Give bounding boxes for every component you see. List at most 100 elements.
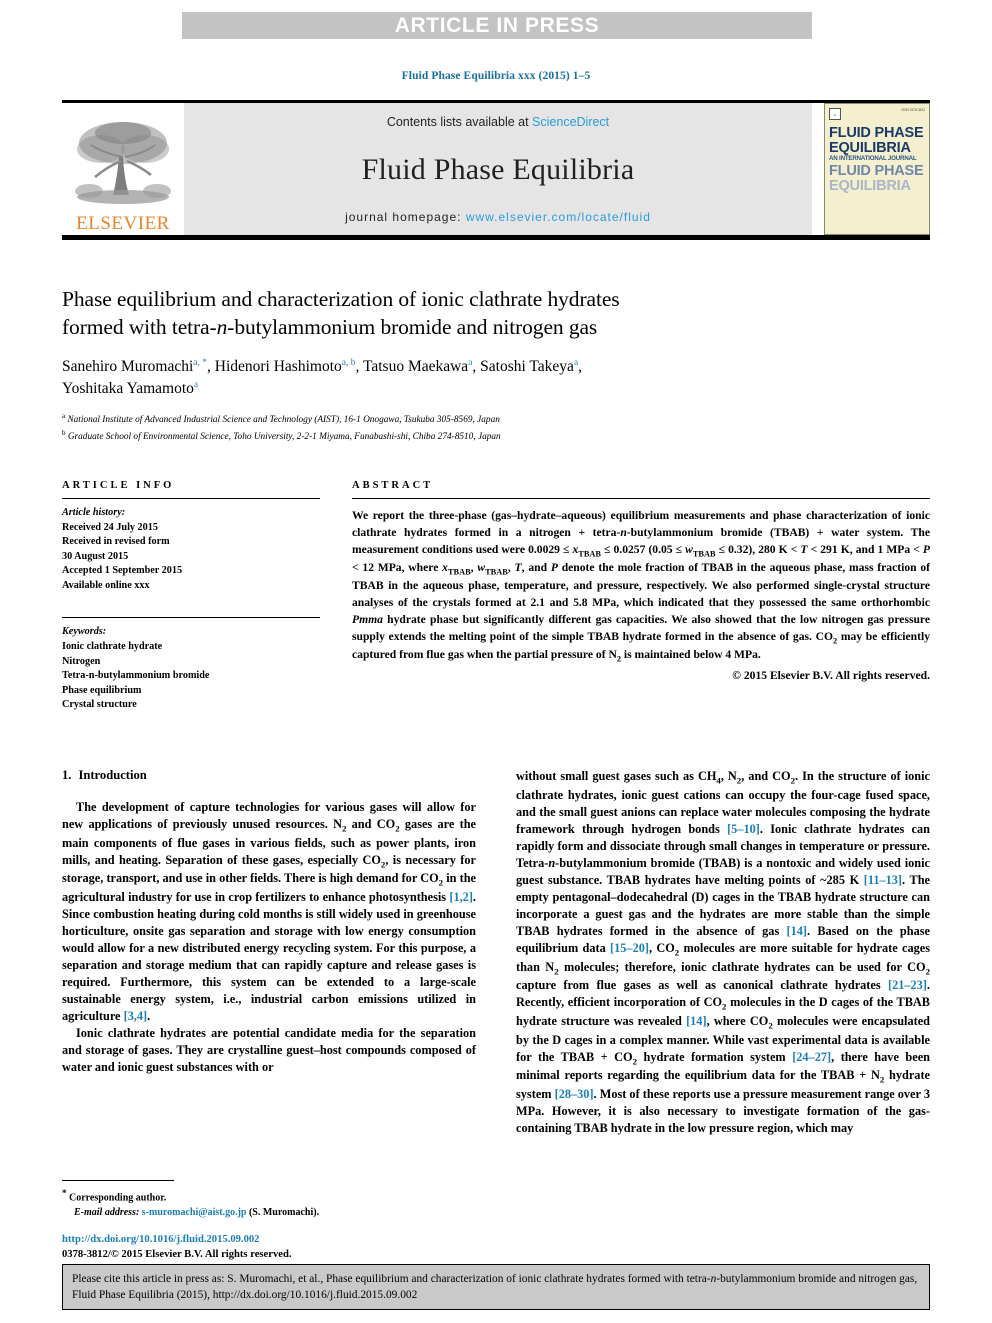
keywords-group: Keywords: Ionic clathrate hydrate Nitrog… <box>62 625 320 712</box>
affiliation-list: a National Institute of Advanced Industr… <box>62 411 930 445</box>
contents-lists-line: Contents lists available at ScienceDirec… <box>387 115 609 129</box>
abstract-column: ABSTRACT We report the three-phase (gas–… <box>352 480 930 713</box>
article-info-rule <box>62 498 320 499</box>
abstract-copyright: © 2015 Elsevier B.V. All rights reserved… <box>732 668 930 682</box>
article-history-group: Article history: Received 24 July 2015 R… <box>62 506 320 593</box>
article-history-item: Received 24 July 2015 <box>62 521 158 533</box>
article-history-item: 30 August 2015 <box>62 550 129 562</box>
contents-lists-prefix: Contents lists available at <box>386 115 533 129</box>
affiliation-text: Graduate School of Environmental Science… <box>67 432 501 442</box>
footnote-email-link[interactable]: s-muromachi@aist.go.jp <box>142 1207 247 1218</box>
cite-this-article-text: Please cite this article in press as: S.… <box>72 1273 918 1302</box>
title-line-2-italic: n <box>216 314 228 339</box>
footnote-email-owner: (S. Muromachi). <box>248 1206 320 1218</box>
journal-homepage-label: journal homepage: <box>345 210 466 224</box>
author-list: Sanehiro Muromachia, *, Hidenori Hashimo… <box>62 357 583 397</box>
paragraph: The development of capture technologies … <box>62 800 477 1024</box>
masthead-center-panel: Contents lists available at ScienceDirec… <box>184 103 812 235</box>
corresponding-author-footnote: * Corresponding author. E-mail address: … <box>62 1180 476 1220</box>
footnote-corresponding-text: Corresponding author. <box>69 1192 167 1204</box>
doi-link[interactable]: http://dx.doi.org/10.1016/j.fluid.2015.0… <box>62 1232 502 1247</box>
author-name: Tatsuo Maekawa <box>362 357 469 375</box>
cite-this-article-box: Please cite this article in press as: S.… <box>62 1264 930 1310</box>
journal-homepage-link[interactable]: www.elsevier.com/locate/fluid <box>466 210 651 224</box>
journal-title: Fluid Phase Equilibria <box>361 152 635 186</box>
masthead-bottom-rule <box>62 235 930 240</box>
cover-title-line3: FLUID PHASE <box>829 163 924 180</box>
cover-title-line4: EQUILIBRIA <box>829 177 911 194</box>
article-history-item: Received in revised form <box>62 536 170 548</box>
author-affiliation-marks[interactable]: a <box>468 358 472 368</box>
footnote-corresponding-line: * Corresponding author. <box>62 1187 476 1206</box>
page-title: Phase equilibrium and characterization o… <box>62 286 930 342</box>
author-name: Yoshitaka Yamamoto <box>62 379 194 397</box>
keyword-item: Ionic clathrate hydrate <box>62 641 163 653</box>
body-column-right: without small guest gases such as CH4, N… <box>516 768 930 1137</box>
title-block: Phase equilibrium and characterization o… <box>62 286 930 445</box>
affiliation-item: a National Institute of Advanced Industr… <box>62 411 930 428</box>
affiliation-mark: b <box>62 428 66 437</box>
author-affiliation-marks[interactable]: a, * <box>193 358 207 368</box>
elsevier-logo: ELSEVIER <box>62 103 184 235</box>
keyword-item: Crystal structure <box>62 699 137 711</box>
keywords-title: Keywords: <box>62 626 107 638</box>
author-name: Sanehiro Muromachi <box>62 357 194 375</box>
article-page: ARTICLE IN PRESS Fluid Phase Equilibria … <box>0 0 992 1323</box>
abstract-text: We report the three-phase (gas–hydrate–a… <box>352 509 931 664</box>
doi-block: http://dx.doi.org/10.1016/j.fluid.2015.0… <box>62 1232 502 1262</box>
paragraph: Ionic clathrate hydrates are potential c… <box>62 1026 476 1075</box>
journal-cover-thumbnail: E ISSN 0378-3812 FLUID PHASE EQUILIBRIA … <box>824 103 930 235</box>
body-columns: 1. Introduction The development of captur… <box>62 768 930 1137</box>
article-history-item: Available online xxx <box>62 579 150 591</box>
section-heading-introduction: 1. Introduction <box>62 768 476 783</box>
cover-elsevier-badge-icon: E <box>829 108 841 120</box>
article-in-press-label: ARTICLE IN PRESS <box>394 13 600 37</box>
info-abstract-section: ARTICLE INFO Article history: Received 2… <box>62 480 930 713</box>
journal-cover-inner: E ISSN 0378-3812 FLUID PHASE EQUILIBRIA … <box>829 108 925 230</box>
cover-title-line1: FLUID PHASE <box>829 125 924 141</box>
keyword-item: Tetra-n-butylammonium bromide <box>62 670 210 682</box>
journal-masthead: ELSEVIER Contents lists available at Sci… <box>62 100 930 240</box>
cover-subtitle: AN INTERNATIONAL JOURNAL <box>829 155 917 162</box>
title-line-2-prefix: formed with tetra- <box>62 314 217 339</box>
section-number: 1. <box>62 768 72 782</box>
issn-copyright-line: 0378-3812/© 2015 Elsevier B.V. All right… <box>62 1249 292 1261</box>
footnote-rule <box>62 1180 174 1181</box>
affiliation-item: b Graduate School of Environmental Scien… <box>62 428 930 445</box>
author-affiliation-marks[interactable]: a, b <box>342 358 356 368</box>
journal-reference-line: Fluid Phase Equilibria xxx (2015) 1–5 <box>401 70 591 82</box>
body-column-left: 1. Introduction The development of captur… <box>62 768 476 1137</box>
elsevier-wordmark: ELSEVIER <box>76 213 170 234</box>
footnote-email-label: E-mail address: <box>74 1206 140 1218</box>
affiliation-mark: a <box>62 411 66 420</box>
keyword-item: Nitrogen <box>62 655 101 667</box>
masthead-body: ELSEVIER Contents lists available at Sci… <box>62 103 930 235</box>
article-history-title: Article history: <box>62 507 126 518</box>
article-in-press-banner: ARTICLE IN PRESS <box>182 12 812 39</box>
section-title: Introduction <box>78 768 147 782</box>
abstract-heading: ABSTRACT <box>352 480 434 491</box>
author-name: Hidenori Hashimoto <box>214 357 342 375</box>
title-line-2-suffix: -butylammonium bromide and nitrogen gas <box>227 314 598 339</box>
journal-cover-topbar: E ISSN 0378-3812 <box>829 108 925 120</box>
keywords-rule <box>62 617 320 619</box>
journal-cover-titles: FLUID PHASE EQUILIBRIA AN INTERNATIONAL … <box>829 126 925 193</box>
article-info-spacer <box>62 593 320 610</box>
cover-issn-note: ISSN 0378-3812 <box>901 108 925 112</box>
author-affiliation-marks[interactable]: a <box>194 380 198 390</box>
footnote-email-line: E-mail address: s-muromachi@aist.go.jp (… <box>62 1206 476 1221</box>
paragraph: without small guest gases such as CH4, N… <box>516 769 930 1136</box>
abstract-rule <box>352 498 930 499</box>
journal-homepage-line: journal homepage: www.elsevier.com/locat… <box>345 210 651 224</box>
title-line-1: Phase equilibrium and characterization o… <box>62 287 620 311</box>
author-affiliation-marks[interactable]: a <box>574 358 578 368</box>
author-name: Satoshi Takeya <box>480 357 574 375</box>
keyword-item: Phase equilibrium <box>62 684 142 696</box>
article-info-heading: ARTICLE INFO <box>62 480 175 491</box>
cover-title-line2: EQUILIBRIA <box>829 139 911 156</box>
footnote-star-marker: * <box>62 1188 67 1198</box>
elsevier-tree-icon <box>75 122 171 204</box>
sciencedirect-link[interactable]: ScienceDirect <box>532 115 609 129</box>
affiliation-text: National Institute of Advanced Industria… <box>67 414 500 425</box>
article-info-column: ARTICLE INFO Article history: Received 2… <box>62 480 320 713</box>
